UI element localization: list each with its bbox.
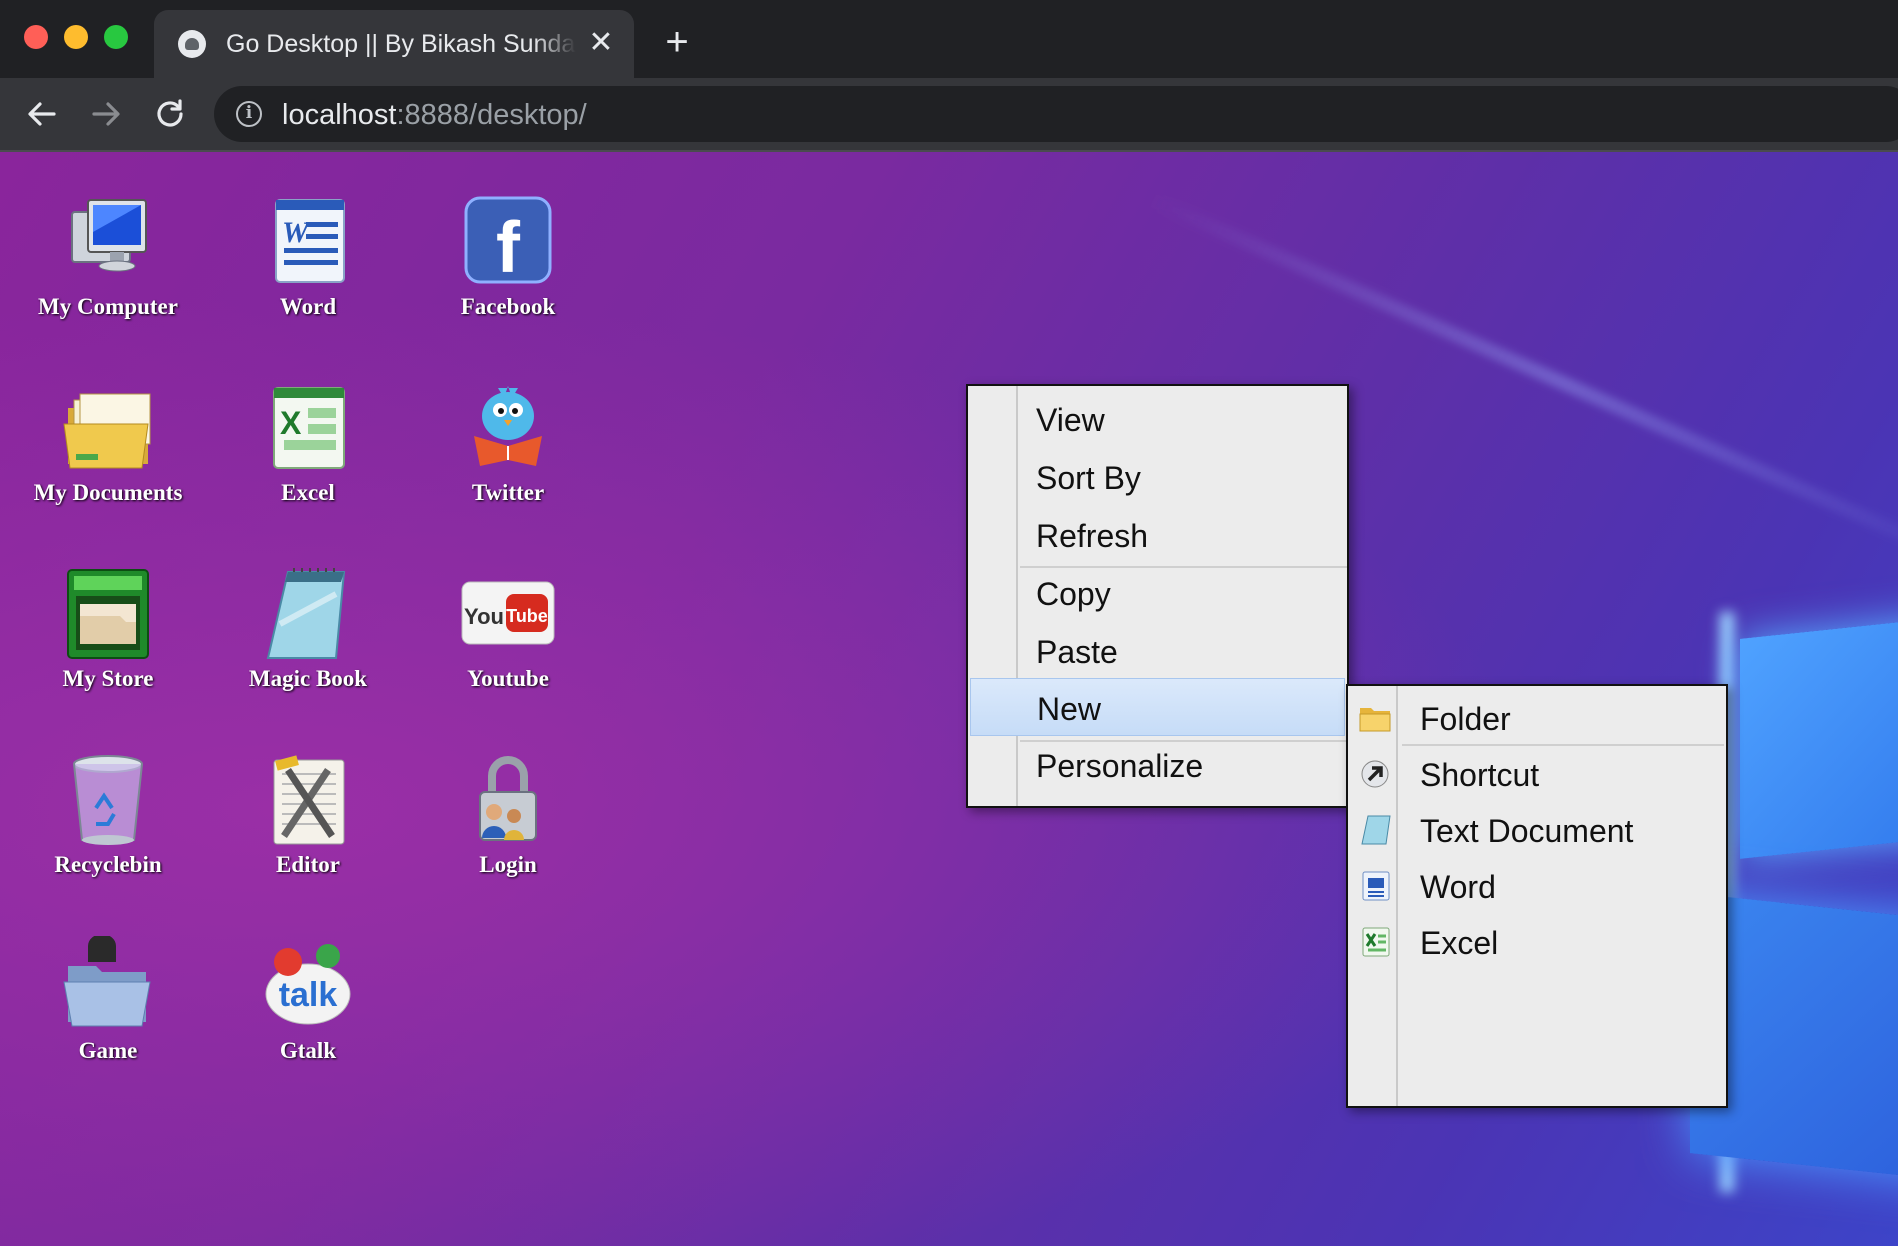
shortcut-icon bbox=[1361, 760, 1389, 788]
desktop-icon-my-computer[interactable]: My Computer bbox=[8, 192, 208, 342]
icon-label: Excel bbox=[281, 480, 335, 505]
svg-text:W: W bbox=[282, 216, 311, 249]
menu-item-sort-by[interactable]: Sort By bbox=[970, 448, 1345, 506]
browser-toolbar: i localhost:8888/desktop/ bbox=[0, 78, 1898, 152]
recycle-bin-icon bbox=[73, 755, 143, 845]
desktop-icon-excel[interactable]: X Excel bbox=[208, 378, 408, 528]
tab-close-icon[interactable]: ✕ bbox=[584, 26, 618, 60]
icon-label: Twitter bbox=[471, 480, 545, 505]
forward-button[interactable] bbox=[86, 94, 126, 134]
submenu-item-text-document[interactable]: Text Document bbox=[1350, 802, 1724, 858]
url-path: :8888/desktop/ bbox=[396, 99, 587, 131]
desktop-icon-twitter[interactable]: Twitter bbox=[408, 378, 608, 528]
svg-text:f: f bbox=[496, 208, 521, 288]
close-window-button[interactable] bbox=[24, 25, 48, 49]
menu-item-refresh[interactable]: Refresh bbox=[970, 506, 1345, 564]
icon-label: My Store bbox=[62, 666, 154, 691]
youtube-icon: You Tube bbox=[461, 581, 555, 645]
submenu-item-shortcut[interactable]: Shortcut bbox=[1350, 746, 1724, 802]
gtalk-icon: talk bbox=[265, 944, 351, 1025]
icon-label: Facebook bbox=[460, 294, 556, 319]
reload-button[interactable] bbox=[150, 94, 190, 134]
desktop-icon-login[interactable]: Login bbox=[408, 750, 608, 900]
desktop-icons: My Computer W Word f Facebook My Documen… bbox=[8, 192, 628, 1132]
tab-strip: Go Desktop || By Bikash Sundar ✕ + bbox=[0, 0, 1898, 78]
icon-label: Editor bbox=[276, 852, 340, 877]
desktop-background[interactable]: My Computer W Word f Facebook My Documen… bbox=[0, 152, 1898, 1246]
excel-icon: X bbox=[273, 387, 345, 469]
twitter-bird-icon bbox=[474, 386, 542, 466]
minimize-window-button[interactable] bbox=[64, 25, 88, 49]
favicon-icon bbox=[178, 30, 206, 58]
submenu-item-excel[interactable]: Excel bbox=[1350, 914, 1724, 970]
desktop-icon-editor[interactable]: Editor bbox=[208, 750, 408, 900]
menu-item-view[interactable]: View bbox=[970, 390, 1345, 448]
desktop-icon-facebook[interactable]: f Facebook bbox=[408, 192, 608, 342]
text-document-icon bbox=[1361, 815, 1391, 845]
icon-label: Word bbox=[279, 294, 337, 319]
maximize-window-button[interactable] bbox=[104, 25, 128, 49]
menu-item-paste[interactable]: Paste bbox=[970, 622, 1345, 680]
svg-text:You: You bbox=[464, 604, 504, 629]
word-doc-icon bbox=[1362, 871, 1390, 901]
site-info-icon[interactable]: i bbox=[236, 101, 262, 127]
address-bar[interactable]: i localhost:8888/desktop/ bbox=[214, 86, 1898, 142]
submenu-item-word[interactable]: Word bbox=[1350, 858, 1724, 914]
url-text[interactable]: localhost:8888/desktop/ bbox=[282, 99, 587, 132]
desktop-icon-recyclebin[interactable]: Recyclebin bbox=[8, 750, 208, 900]
icon-label: Login bbox=[479, 852, 537, 877]
icon-label: Youtube bbox=[467, 666, 549, 691]
context-menu: View Sort By Refresh Copy Paste New Pers… bbox=[966, 384, 1349, 808]
tab-title: Go Desktop || By Bikash Sundar bbox=[226, 30, 576, 58]
icon-label: Recyclebin bbox=[54, 852, 162, 877]
store-icon bbox=[67, 569, 149, 659]
svg-text:talk: talk bbox=[279, 976, 338, 1014]
word-icon: W bbox=[275, 199, 345, 283]
desktop-icon-game[interactable]: Game bbox=[8, 936, 208, 1086]
icon-label: My Computer bbox=[38, 294, 178, 319]
menu-item-copy[interactable]: Copy bbox=[970, 564, 1345, 622]
window-logo-pane-top bbox=[1740, 605, 1898, 859]
back-button[interactable] bbox=[22, 94, 62, 134]
browser-tab[interactable]: Go Desktop || By Bikash Sundar ✕ bbox=[154, 10, 634, 78]
reload-icon bbox=[157, 99, 183, 127]
icon-label: Game bbox=[78, 1038, 138, 1063]
game-folder-icon bbox=[63, 936, 151, 1027]
facebook-icon: f bbox=[464, 196, 552, 288]
padlock-users-icon bbox=[479, 756, 537, 841]
icon-label: Gtalk bbox=[279, 1038, 337, 1063]
forward-arrow-icon bbox=[92, 102, 120, 126]
notepad-icon bbox=[266, 568, 346, 659]
svg-text:Tube: Tube bbox=[506, 606, 548, 626]
back-arrow-icon bbox=[28, 102, 56, 126]
menu-item-new[interactable]: New bbox=[970, 678, 1345, 736]
desktop-icon-magic-book[interactable]: Magic Book bbox=[208, 564, 408, 714]
submenu-new: Folder Shortcut Text Document Word Excel bbox=[1346, 684, 1728, 1108]
svg-text:X: X bbox=[280, 405, 302, 441]
editor-tools-icon bbox=[273, 755, 345, 845]
computer-icon bbox=[71, 199, 147, 272]
submenu-item-folder[interactable]: Folder bbox=[1350, 690, 1724, 746]
icon-label: Magic Book bbox=[248, 666, 368, 691]
desktop-icon-my-documents[interactable]: My Documents bbox=[8, 378, 208, 528]
icon-label: My Documents bbox=[33, 480, 183, 505]
menu-item-personalize[interactable]: Personalize bbox=[970, 736, 1345, 794]
new-tab-button[interactable]: + bbox=[656, 22, 698, 64]
desktop-icon-youtube[interactable]: You Tube Youtube bbox=[408, 564, 608, 714]
desktop-icon-word[interactable]: W Word bbox=[208, 192, 408, 342]
folders-icon bbox=[63, 393, 151, 469]
desktop-icon-gtalk[interactable]: talk Gtalk bbox=[208, 936, 408, 1086]
folder-icon bbox=[1359, 708, 1391, 732]
excel-doc-icon bbox=[1362, 927, 1390, 957]
url-host: localhost bbox=[282, 99, 397, 131]
desktop-icon-my-store[interactable]: My Store bbox=[8, 564, 208, 714]
